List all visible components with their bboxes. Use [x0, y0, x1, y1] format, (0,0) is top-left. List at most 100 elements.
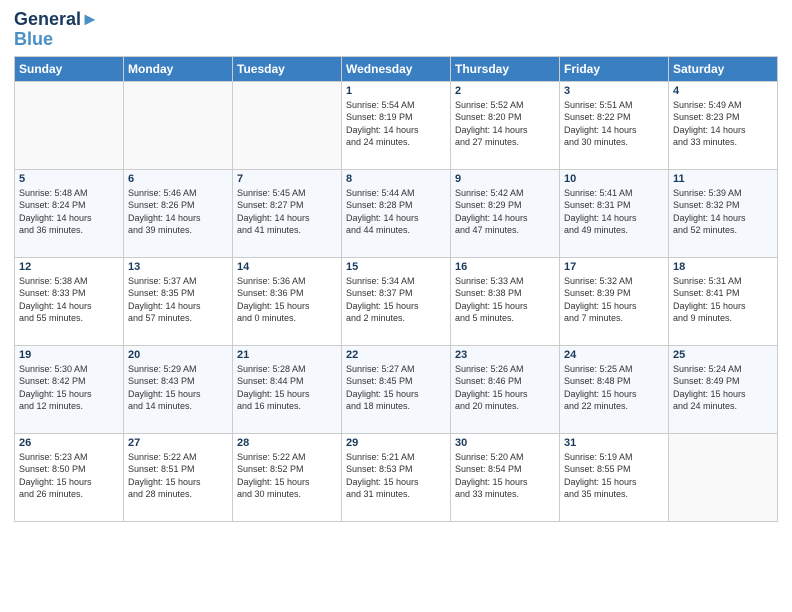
- day-cell: 27Sunrise: 5:22 AM Sunset: 8:51 PM Dayli…: [124, 433, 233, 521]
- day-number: 9: [455, 173, 555, 185]
- day-cell: 19 Sunrise: 5:30 AM Sunset: 8:42 PM Dayli…: [15, 345, 124, 433]
- day-number: 1: [346, 85, 446, 97]
- day-cell: [124, 81, 233, 169]
- day-cell: 20Sunrise: 5:29 AM Sunset: 8:43 PM Dayli…: [124, 345, 233, 433]
- day-cell: 14 Sunrise: 5:36 AM Sunset: 8:36 PM Dayli…: [233, 257, 342, 345]
- day-number: 23: [455, 349, 555, 361]
- day-number: 17: [564, 261, 664, 273]
- col-header-sunday: Sunday: [15, 56, 124, 81]
- day-cell: [669, 433, 778, 521]
- day-number: 16: [455, 261, 555, 273]
- day-number: 28: [237, 437, 337, 449]
- week-row-3: 12 Sunrise: 5:38 AM Sunset: 8:33 PM Dayli…: [15, 257, 778, 345]
- day-info: Sunrise: 5:25 AM Sunset: 8:48 PM Dayligh…: [564, 363, 664, 413]
- week-row-4: 19 Sunrise: 5:30 AM Sunset: 8:42 PM Dayli…: [15, 345, 778, 433]
- day-cell: 25 Sunrise: 5:24 AM Sunset: 8:49 PM Dayli…: [669, 345, 778, 433]
- day-info: Sunrise: 5:31 AM Sunset: 8:41 PM Dayligh…: [673, 275, 773, 325]
- calendar-header-row: SundayMondayTuesdayWednesdayThursdayFrid…: [15, 56, 778, 81]
- logo: General► Blue: [14, 10, 99, 50]
- day-cell: 15 Sunrise: 5:34 AM Sunset: 8:37 PM Dayli…: [342, 257, 451, 345]
- day-cell: 26 Sunrise: 5:23 AM Sunset: 8:50 PM Dayli…: [15, 433, 124, 521]
- day-cell: 8Sunrise: 5:44 AM Sunset: 8:28 PM Daylig…: [342, 169, 451, 257]
- day-cell: 2 Sunrise: 5:52 AM Sunset: 8:20 PM Daylig…: [451, 81, 560, 169]
- day-cell: 6 Sunrise: 5:46 AM Sunset: 8:26 PM Daylig…: [124, 169, 233, 257]
- day-info: Sunrise: 5:42 AM Sunset: 8:29 PM Dayligh…: [455, 187, 555, 237]
- day-info: Sunrise: 5:30 AM Sunset: 8:42 PM Dayligh…: [19, 363, 119, 413]
- col-header-friday: Friday: [560, 56, 669, 81]
- page: General► Blue SundayMondayTuesdayWednesd…: [0, 0, 792, 612]
- day-info: Sunrise: 5:36 AM Sunset: 8:36 PM Dayligh…: [237, 275, 337, 325]
- day-number: 10: [564, 173, 664, 185]
- day-cell: 9 Sunrise: 5:42 AM Sunset: 8:29 PM Daylig…: [451, 169, 560, 257]
- day-number: 31: [564, 437, 664, 449]
- day-info: Sunrise: 5:38 AM Sunset: 8:33 PM Dayligh…: [19, 275, 119, 325]
- day-info: Sunrise: 5:26 AM Sunset: 8:46 PM Dayligh…: [455, 363, 555, 413]
- day-info: Sunrise: 5:37 AM Sunset: 8:35 PM Dayligh…: [128, 275, 228, 325]
- day-info: Sunrise: 5:24 AM Sunset: 8:49 PM Dayligh…: [673, 363, 773, 413]
- day-cell: 5 Sunrise: 5:48 AM Sunset: 8:24 PM Daylig…: [15, 169, 124, 257]
- day-info: Sunrise: 5:28 AM Sunset: 8:44 PM Dayligh…: [237, 363, 337, 413]
- day-number: 12: [19, 261, 119, 273]
- day-info: Sunrise: 5:32 AM Sunset: 8:39 PM Dayligh…: [564, 275, 664, 325]
- day-cell: 28 Sunrise: 5:22 AM Sunset: 8:52 PM Dayli…: [233, 433, 342, 521]
- day-info: Sunrise: 5:34 AM Sunset: 8:37 PM Dayligh…: [346, 275, 446, 325]
- day-number: 13: [128, 261, 228, 273]
- day-number: 18: [673, 261, 773, 273]
- day-info: Sunrise: 5:54 AM Sunset: 8:19 PM Dayligh…: [346, 99, 446, 149]
- day-cell: 22 Sunrise: 5:27 AM Sunset: 8:45 PM Dayli…: [342, 345, 451, 433]
- day-number: 6: [128, 173, 228, 185]
- day-number: 27: [128, 437, 228, 449]
- day-cell: 11 Sunrise: 5:39 AM Sunset: 8:32 PM Dayli…: [669, 169, 778, 257]
- day-number: 7: [237, 173, 337, 185]
- day-number: 25: [673, 349, 773, 361]
- day-info: Sunrise: 5:33 AM Sunset: 8:38 PM Dayligh…: [455, 275, 555, 325]
- day-cell: 3Sunrise: 5:51 AM Sunset: 8:22 PM Daylig…: [560, 81, 669, 169]
- day-number: 19: [19, 349, 119, 361]
- week-row-5: 26 Sunrise: 5:23 AM Sunset: 8:50 PM Dayli…: [15, 433, 778, 521]
- day-cell: [233, 81, 342, 169]
- day-cell: 13 Sunrise: 5:37 AM Sunset: 8:35 PM Dayli…: [124, 257, 233, 345]
- col-header-tuesday: Tuesday: [233, 56, 342, 81]
- day-number: 15: [346, 261, 446, 273]
- day-info: Sunrise: 5:39 AM Sunset: 8:32 PM Dayligh…: [673, 187, 773, 237]
- day-cell: 16 Sunrise: 5:33 AM Sunset: 8:38 PM Dayli…: [451, 257, 560, 345]
- col-header-wednesday: Wednesday: [342, 56, 451, 81]
- day-info: Sunrise: 5:21 AM Sunset: 8:53 PM Dayligh…: [346, 451, 446, 501]
- logo-blue: Blue: [14, 30, 99, 50]
- day-cell: 31 Sunrise: 5:19 AM Sunset: 8:55 PM Dayli…: [560, 433, 669, 521]
- day-number: 2: [455, 85, 555, 97]
- day-number: 3: [564, 85, 664, 97]
- day-cell: 30Sunrise: 5:20 AM Sunset: 8:54 PM Dayli…: [451, 433, 560, 521]
- col-header-saturday: Saturday: [669, 56, 778, 81]
- day-info: Sunrise: 5:23 AM Sunset: 8:50 PM Dayligh…: [19, 451, 119, 501]
- day-number: 20: [128, 349, 228, 361]
- day-info: Sunrise: 5:52 AM Sunset: 8:20 PM Dayligh…: [455, 99, 555, 149]
- day-cell: 29Sunrise: 5:21 AM Sunset: 8:53 PM Dayli…: [342, 433, 451, 521]
- day-number: 5: [19, 173, 119, 185]
- day-cell: 1 Sunrise: 5:54 AM Sunset: 8:19 PM Daylig…: [342, 81, 451, 169]
- day-cell: 7Sunrise: 5:45 AM Sunset: 8:27 PM Daylig…: [233, 169, 342, 257]
- day-info: Sunrise: 5:41 AM Sunset: 8:31 PM Dayligh…: [564, 187, 664, 237]
- day-number: 24: [564, 349, 664, 361]
- day-cell: 18 Sunrise: 5:31 AM Sunset: 8:41 PM Dayli…: [669, 257, 778, 345]
- day-info: Sunrise: 5:46 AM Sunset: 8:26 PM Dayligh…: [128, 187, 228, 237]
- day-number: 26: [19, 437, 119, 449]
- day-info: Sunrise: 5:27 AM Sunset: 8:45 PM Dayligh…: [346, 363, 446, 413]
- day-info: Sunrise: 5:19 AM Sunset: 8:55 PM Dayligh…: [564, 451, 664, 501]
- day-number: 21: [237, 349, 337, 361]
- day-info: Sunrise: 5:48 AM Sunset: 8:24 PM Dayligh…: [19, 187, 119, 237]
- day-cell: 17 Sunrise: 5:32 AM Sunset: 8:39 PM Dayli…: [560, 257, 669, 345]
- day-number: 4: [673, 85, 773, 97]
- day-cell: 21 Sunrise: 5:28 AM Sunset: 8:44 PM Dayli…: [233, 345, 342, 433]
- header: General► Blue: [14, 10, 778, 50]
- day-cell: 10 Sunrise: 5:41 AM Sunset: 8:31 PM Dayli…: [560, 169, 669, 257]
- day-info: Sunrise: 5:22 AM Sunset: 8:52 PM Dayligh…: [237, 451, 337, 501]
- day-number: 11: [673, 173, 773, 185]
- day-info: Sunrise: 5:49 AM Sunset: 8:23 PM Dayligh…: [673, 99, 773, 149]
- day-info: Sunrise: 5:20 AM Sunset: 8:54 PM Dayligh…: [455, 451, 555, 501]
- day-number: 14: [237, 261, 337, 273]
- day-info: Sunrise: 5:44 AM Sunset: 8:28 PM Dayligh…: [346, 187, 446, 237]
- day-number: 22: [346, 349, 446, 361]
- day-cell: [15, 81, 124, 169]
- logo-text: General►: [14, 10, 99, 30]
